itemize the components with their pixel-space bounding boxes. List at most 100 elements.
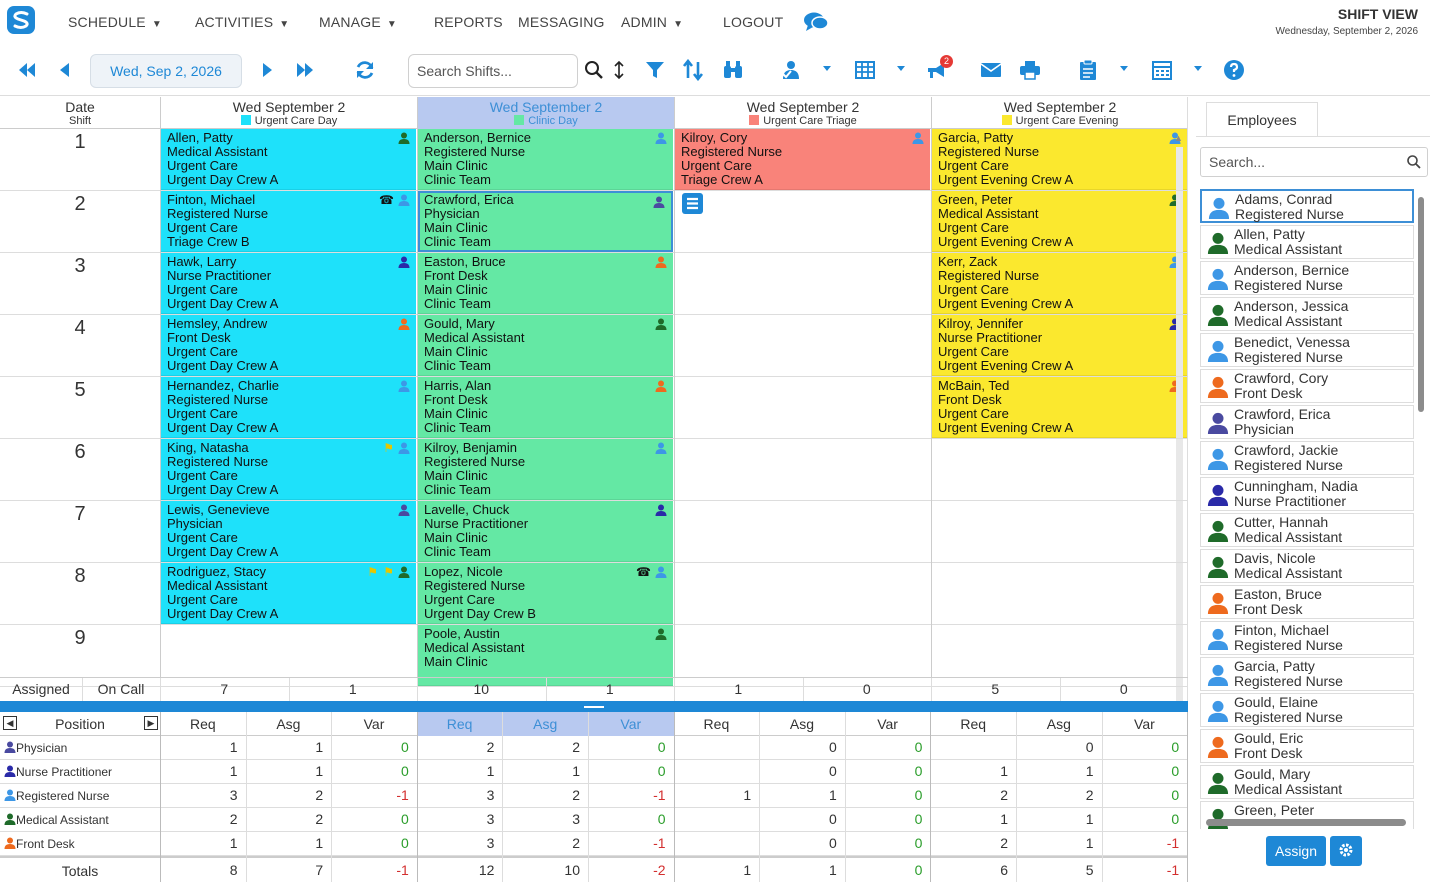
employee-list-item[interactable]: Cutter, Hannah Medical Assistant (1200, 513, 1414, 547)
column-date: Wed September 2 (232, 99, 346, 115)
summary-col-header: Var (363, 716, 385, 732)
shift-card[interactable]: Kilroy, Benjamin Registered Nurse Main Cli… (418, 439, 673, 500)
employee-name: Crawford, Jackie (1234, 442, 1339, 458)
assign-button[interactable]: Assign (1266, 836, 1326, 866)
date-picker[interactable]: Wed, Sep 2, 2026 (90, 54, 242, 88)
calendar-icon[interactable] (1151, 59, 1173, 81)
search-shifts-input[interactable] (408, 54, 578, 88)
summary-col-header: Req (703, 716, 730, 732)
employee-list-item[interactable]: Finton, Michael Registered Nurse (1200, 621, 1414, 655)
shift-card[interactable]: Gould, Mary Medical Assistant Main Clinic C… (418, 315, 673, 376)
chat-icon[interactable] (803, 10, 829, 34)
shift-card[interactable]: Lewis, Genevieve Physician Urgent Care Urge… (161, 501, 416, 562)
employee-list-item[interactable]: Easton, Bruce Front Desk (1200, 585, 1414, 619)
employee-scrollbar[interactable] (1416, 189, 1426, 819)
help-icon[interactable] (1223, 59, 1245, 81)
email-icon[interactable] (980, 59, 1002, 81)
shift-card[interactable]: Easton, Bruce Front Desk Main Clinic Clinic… (418, 253, 673, 314)
employee-list-item[interactable]: Benedict, Venessa Registered Nurse (1200, 333, 1414, 367)
shift-card[interactable]: McBain, Ted Front Desk Urgent Care Urgent E… (932, 377, 1187, 438)
nav-manage[interactable]: MANAGE ▼ (319, 14, 397, 30)
refresh-icon[interactable] (354, 59, 376, 81)
employee-list-item[interactable]: Anderson, Jessica Medical Assistant (1200, 297, 1414, 331)
employee-search-input[interactable] (1200, 147, 1428, 177)
first-page-icon[interactable] (16, 59, 38, 81)
collapse-right-icon[interactable]: ▶ (144, 716, 158, 730)
shift-card[interactable]: Hawk, Larry Nurse Practitioner Urgent Care… (161, 253, 416, 314)
print-icon[interactable] (1019, 59, 1041, 81)
chevron-down-icon[interactable] (1194, 66, 1202, 71)
vertical-scrollbar[interactable] (1176, 147, 1183, 701)
shift-card[interactable]: Allen, Patty Medical Assistant Urgent Care… (161, 129, 416, 190)
binoculars-icon[interactable] (722, 59, 744, 81)
employee-role: Nurse Practitioner (424, 516, 529, 531)
nav-admin[interactable]: ADMIN ▼ (621, 14, 683, 30)
summary-cell: 3 (572, 811, 580, 827)
filter-icon[interactable] (644, 59, 666, 81)
search-icon[interactable] (583, 59, 605, 81)
shift-card[interactable]: Kilroy, Cory Registered Nurse Urgent Care T… (675, 129, 930, 190)
tab-employees[interactable]: Employees (1206, 102, 1318, 136)
employee-list-item[interactable]: Crawford, Jackie Registered Nurse (1200, 441, 1414, 475)
shift-card[interactable]: Kilroy, Jennifer Nurse Practitioner Urgent… (932, 315, 1187, 376)
shift-card[interactable]: King, Natasha Registered Nurse Urgent Care… (161, 439, 416, 500)
expand-vertical-icon[interactable] (608, 59, 630, 81)
shift-card[interactable]: Green, Peter Medical Assistant Urgent Care… (932, 191, 1187, 252)
splitter-bar[interactable] (0, 701, 1188, 712)
settings-button[interactable] (1330, 836, 1362, 866)
assign-user-icon[interactable] (780, 59, 802, 81)
employee-list-item[interactable]: Gould, Eric Front Desk (1200, 729, 1414, 763)
chevron-down-icon[interactable] (823, 66, 831, 71)
shift-card[interactable]: Finton, Michael Registered Nurse Urgent Ca… (161, 191, 416, 252)
employee-list-item[interactable]: Gould, Elaine Registered Nurse (1200, 693, 1414, 727)
summary-cell: 1 (229, 739, 238, 755)
shift-card[interactable]: Crawford, Erica Physician Main Clinic Clini… (418, 191, 673, 252)
totals-cell: 12 (478, 862, 495, 878)
employee-list-item[interactable]: Garcia, Patty Registered Nurse (1200, 657, 1414, 691)
collapse-left-icon[interactable]: ◀ (3, 716, 17, 730)
shift-card[interactable]: Hernandez, Charlie Registered Nurse Urgent… (161, 377, 416, 438)
app-logo[interactable] (6, 5, 36, 35)
employee-list-item[interactable]: Crawford, Cory Front Desk (1200, 369, 1414, 403)
column-shift: Clinic Day (418, 115, 674, 127)
shift-card[interactable]: Harris, Alan Front Desk Main Clinic Clinic … (418, 377, 673, 438)
column-header-2[interactable]: Wed September 2 Clinic Day (417, 97, 674, 129)
shift-card[interactable]: Anderson, Bernice Registered Nurse Main Cl… (418, 129, 673, 190)
chevron-down-icon[interactable] (897, 66, 905, 71)
shift-card[interactable]: Kerr, Zack Registered Nurse Urgent Care Urg… (932, 253, 1187, 314)
team: Urgent Evening Crew A (938, 358, 1074, 373)
column-header-4[interactable]: Wed September 2 Urgent Care Evening (931, 97, 1187, 129)
column-header-3[interactable]: Wed September 2 Urgent Care Triage (674, 97, 931, 129)
employee-list-item[interactable]: Gould, Mary Medical Assistant (1200, 765, 1414, 799)
employee-list-item[interactable]: Allen, Patty Medical Assistant (1200, 225, 1414, 259)
nav-messaging[interactable]: MESSAGING (518, 14, 605, 30)
sort-icon[interactable] (682, 59, 704, 81)
nav-logout[interactable]: LOGOUT (723, 14, 783, 30)
employee-list-item[interactable]: Anderson, Bernice Registered Nurse (1200, 261, 1414, 295)
employee-list-item[interactable]: Cunningham, Nadia Nurse Practitioner (1200, 477, 1414, 511)
column-header-1[interactable]: Wed September 2 Urgent Care Day (160, 97, 417, 129)
employee-list-item[interactable]: Adams, Conrad Registered Nurse (1200, 189, 1414, 223)
nav-activities[interactable]: ACTIVITIES ▼ (195, 14, 289, 30)
shift-card[interactable]: Rodriguez, Stacy Medical Assistant Urgent … (161, 563, 416, 624)
chevron-down-icon[interactable] (1120, 66, 1128, 71)
shift-card[interactable]: Lavelle, Chuck Nurse Practitioner Main Cli… (418, 501, 673, 562)
nav-schedule[interactable]: SCHEDULE ▼ (68, 14, 162, 30)
scroll-up-icon[interactable]: ▲ (1174, 133, 1183, 143)
previous-icon[interactable] (54, 59, 76, 81)
menu-icon[interactable] (682, 193, 703, 214)
employee-list-item[interactable]: Crawford, Erica Physician (1200, 405, 1414, 439)
next-icon[interactable] (256, 59, 278, 81)
nav-reports[interactable]: REPORTS (434, 14, 503, 30)
clipboard-icon[interactable] (1077, 59, 1099, 81)
shift-card[interactable]: Lopez, Nicole Registered Nurse Urgent Care… (418, 563, 673, 624)
shift-card[interactable]: Garcia, Patty Registered Nurse Urgent Care… (932, 129, 1187, 190)
team: Triage Crew A (681, 172, 763, 187)
search-icon[interactable] (1406, 154, 1422, 170)
employee-list-item[interactable]: Davis, Nicole Medical Assistant (1200, 549, 1414, 583)
team: Clinic Team (424, 296, 491, 311)
shift-card[interactable]: Hemsley, Andrew Front Desk Urgent Care Urge… (161, 315, 416, 376)
grid-view-icon[interactable] (854, 59, 876, 81)
last-page-icon[interactable] (294, 59, 316, 81)
employee-hscrollbar[interactable] (1206, 819, 1406, 826)
